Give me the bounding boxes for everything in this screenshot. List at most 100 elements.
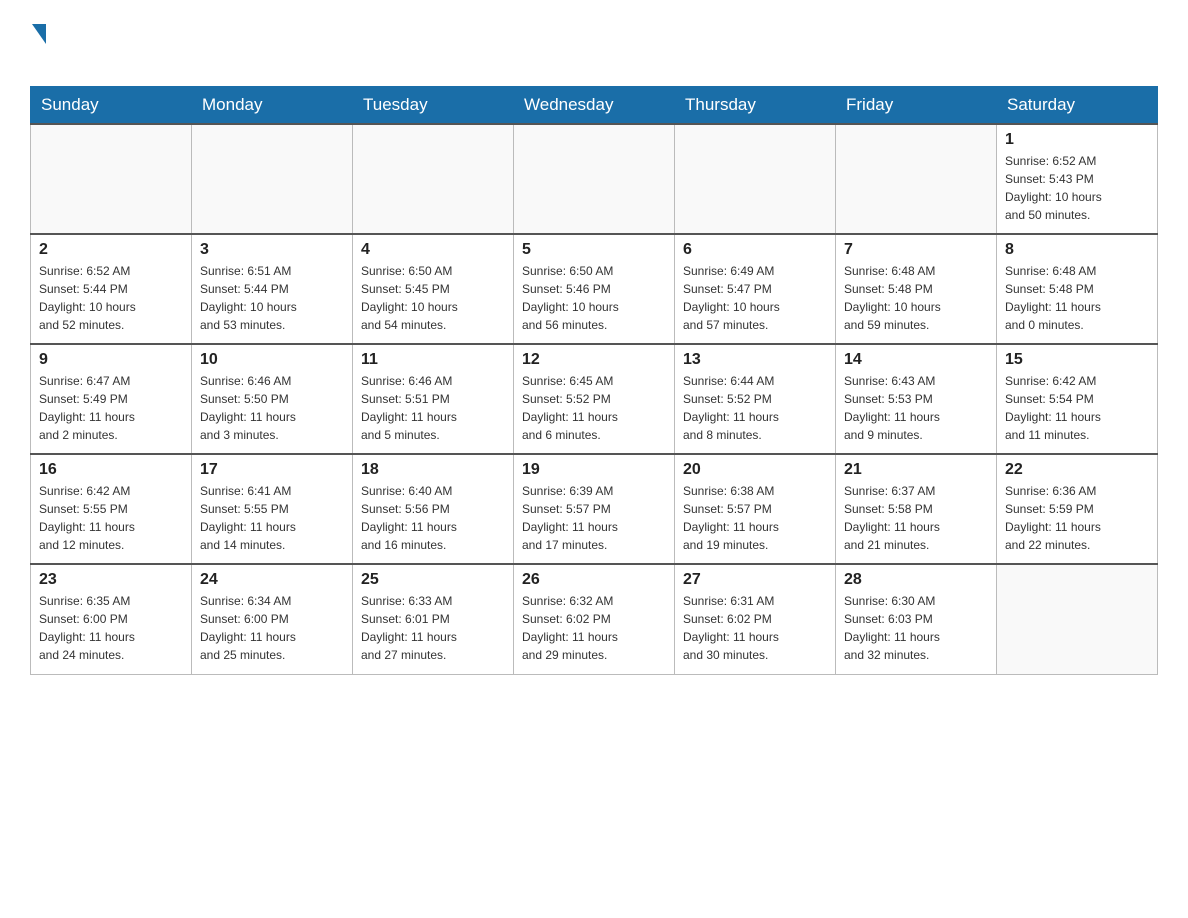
day-info: Sunrise: 6:40 AM Sunset: 5:56 PM Dayligh… xyxy=(361,482,505,554)
calendar-cell: 19 Sunrise: 6:39 AM Sunset: 5:57 PM Dayli… xyxy=(514,454,675,564)
weekday-header-sunday: Sunday xyxy=(31,87,192,125)
day-info: Sunrise: 6:51 AM Sunset: 5:44 PM Dayligh… xyxy=(200,262,344,334)
day-info: Sunrise: 6:35 AM Sunset: 6:00 PM Dayligh… xyxy=(39,592,183,664)
day-info: Sunrise: 6:48 AM Sunset: 5:48 PM Dayligh… xyxy=(1005,262,1149,334)
calendar-cell: 26Sunrise: 6:32 AM Sunset: 6:02 PM Dayli… xyxy=(514,564,675,674)
calendar-cell: 3 Sunrise: 6:51 AM Sunset: 5:44 PM Daylig… xyxy=(192,234,353,344)
week-row-1: 1Sunrise: 6:52 AM Sunset: 5:43 PM Daylig… xyxy=(31,124,1158,234)
calendar-cell xyxy=(192,124,353,234)
day-number: 12 xyxy=(522,351,666,369)
calendar-cell: 8 Sunrise: 6:48 AM Sunset: 5:48 PM Daylig… xyxy=(997,234,1158,344)
day-info: Sunrise: 6:41 AM Sunset: 5:55 PM Dayligh… xyxy=(200,482,344,554)
calendar-cell: 27 Sunrise: 6:31 AM Sunset: 6:02 PM Dayli… xyxy=(675,564,836,674)
calendar-cell: 11 Sunrise: 6:46 AM Sunset: 5:51 PM Dayli… xyxy=(353,344,514,454)
day-number: 21 xyxy=(844,461,988,479)
day-info: Sunrise: 6:32 AM Sunset: 6:02 PM Dayligh… xyxy=(522,592,666,664)
calendar-table: SundayMondayTuesdayWednesdayThursdayFrid… xyxy=(30,86,1158,675)
calendar-cell: 24Sunrise: 6:34 AM Sunset: 6:00 PM Dayli… xyxy=(192,564,353,674)
calendar-cell: 13Sunrise: 6:44 AM Sunset: 5:52 PM Dayli… xyxy=(675,344,836,454)
calendar-cell: 15 Sunrise: 6:42 AM Sunset: 5:54 PM Dayli… xyxy=(997,344,1158,454)
day-number: 8 xyxy=(1005,241,1149,259)
calendar-cell xyxy=(514,124,675,234)
weekday-header-saturday: Saturday xyxy=(997,87,1158,125)
calendar-cell: 9 Sunrise: 6:47 AM Sunset: 5:49 PM Daylig… xyxy=(31,344,192,454)
calendar-cell xyxy=(836,124,997,234)
calendar-cell: 7 Sunrise: 6:48 AM Sunset: 5:48 PM Daylig… xyxy=(836,234,997,344)
calendar-cell: 1Sunrise: 6:52 AM Sunset: 5:43 PM Daylig… xyxy=(997,124,1158,234)
calendar-cell: 6Sunrise: 6:49 AM Sunset: 5:47 PM Daylig… xyxy=(675,234,836,344)
calendar-cell: 2 Sunrise: 6:52 AM Sunset: 5:44 PM Daylig… xyxy=(31,234,192,344)
day-info: Sunrise: 6:30 AM Sunset: 6:03 PM Dayligh… xyxy=(844,592,988,664)
day-number: 4 xyxy=(361,241,505,259)
calendar-cell: 28 Sunrise: 6:30 AM Sunset: 6:03 PM Dayli… xyxy=(836,564,997,674)
weekday-header-thursday: Thursday xyxy=(675,87,836,125)
day-number: 5 xyxy=(522,241,666,259)
day-info: Sunrise: 6:46 AM Sunset: 5:50 PM Dayligh… xyxy=(200,372,344,444)
day-info: Sunrise: 6:46 AM Sunset: 5:51 PM Dayligh… xyxy=(361,372,505,444)
calendar-cell xyxy=(997,564,1158,674)
day-number: 10 xyxy=(200,351,344,369)
day-info: Sunrise: 6:48 AM Sunset: 5:48 PM Dayligh… xyxy=(844,262,988,334)
day-info: Sunrise: 6:33 AM Sunset: 6:01 PM Dayligh… xyxy=(361,592,505,664)
day-number: 7 xyxy=(844,241,988,259)
day-number: 27 xyxy=(683,571,827,589)
calendar-cell: 14 Sunrise: 6:43 AM Sunset: 5:53 PM Dayli… xyxy=(836,344,997,454)
day-info: Sunrise: 6:42 AM Sunset: 5:54 PM Dayligh… xyxy=(1005,372,1149,444)
calendar-cell: 18 Sunrise: 6:40 AM Sunset: 5:56 PM Dayli… xyxy=(353,454,514,564)
calendar-cell xyxy=(675,124,836,234)
calendar-cell: 20 Sunrise: 6:38 AM Sunset: 5:57 PM Dayli… xyxy=(675,454,836,564)
day-number: 1 xyxy=(1005,131,1149,149)
day-info: Sunrise: 6:50 AM Sunset: 5:45 PM Dayligh… xyxy=(361,262,505,334)
calendar-cell: 22Sunrise: 6:36 AM Sunset: 5:59 PM Dayli… xyxy=(997,454,1158,564)
day-number: 28 xyxy=(844,571,988,589)
day-number: 11 xyxy=(361,351,505,369)
day-info: Sunrise: 6:52 AM Sunset: 5:44 PM Dayligh… xyxy=(39,262,183,334)
day-info: Sunrise: 6:31 AM Sunset: 6:02 PM Dayligh… xyxy=(683,592,827,664)
day-number: 15 xyxy=(1005,351,1149,369)
calendar-cell xyxy=(353,124,514,234)
week-row-5: 23 Sunrise: 6:35 AM Sunset: 6:00 PM Dayli… xyxy=(31,564,1158,674)
day-number: 16 xyxy=(39,461,183,479)
day-info: Sunrise: 6:37 AM Sunset: 5:58 PM Dayligh… xyxy=(844,482,988,554)
day-number: 3 xyxy=(200,241,344,259)
day-number: 9 xyxy=(39,351,183,369)
day-number: 23 xyxy=(39,571,183,589)
calendar-cell: 4 Sunrise: 6:50 AM Sunset: 5:45 PM Daylig… xyxy=(353,234,514,344)
day-number: 2 xyxy=(39,241,183,259)
week-row-3: 9 Sunrise: 6:47 AM Sunset: 5:49 PM Daylig… xyxy=(31,344,1158,454)
calendar-cell xyxy=(31,124,192,234)
weekday-header-wednesday: Wednesday xyxy=(514,87,675,125)
week-row-2: 2 Sunrise: 6:52 AM Sunset: 5:44 PM Daylig… xyxy=(31,234,1158,344)
day-number: 20 xyxy=(683,461,827,479)
logo xyxy=(30,20,60,76)
day-number: 18 xyxy=(361,461,505,479)
day-number: 25 xyxy=(361,571,505,589)
logo-arrow-icon xyxy=(32,24,46,44)
week-row-4: 16Sunrise: 6:42 AM Sunset: 5:55 PM Dayli… xyxy=(31,454,1158,564)
calendar-cell: 21 Sunrise: 6:37 AM Sunset: 5:58 PM Dayli… xyxy=(836,454,997,564)
weekday-header-monday: Monday xyxy=(192,87,353,125)
calendar-cell: 16Sunrise: 6:42 AM Sunset: 5:55 PM Dayli… xyxy=(31,454,192,564)
day-info: Sunrise: 6:45 AM Sunset: 5:52 PM Dayligh… xyxy=(522,372,666,444)
calendar-cell: 5 Sunrise: 6:50 AM Sunset: 5:46 PM Daylig… xyxy=(514,234,675,344)
calendar-cell: 23 Sunrise: 6:35 AM Sunset: 6:00 PM Dayli… xyxy=(31,564,192,674)
weekday-header-row: SundayMondayTuesdayWednesdayThursdayFrid… xyxy=(31,87,1158,125)
page-header xyxy=(30,20,1158,76)
day-info: Sunrise: 6:49 AM Sunset: 5:47 PM Dayligh… xyxy=(683,262,827,334)
calendar-cell: 25 Sunrise: 6:33 AM Sunset: 6:01 PM Dayli… xyxy=(353,564,514,674)
day-info: Sunrise: 6:50 AM Sunset: 5:46 PM Dayligh… xyxy=(522,262,666,334)
calendar-cell: 10 Sunrise: 6:46 AM Sunset: 5:50 PM Dayli… xyxy=(192,344,353,454)
calendar-cell: 17 Sunrise: 6:41 AM Sunset: 5:55 PM Dayli… xyxy=(192,454,353,564)
calendar-cell: 12 Sunrise: 6:45 AM Sunset: 5:52 PM Dayli… xyxy=(514,344,675,454)
day-info: Sunrise: 6:39 AM Sunset: 5:57 PM Dayligh… xyxy=(522,482,666,554)
day-number: 19 xyxy=(522,461,666,479)
weekday-header-friday: Friday xyxy=(836,87,997,125)
day-number: 17 xyxy=(200,461,344,479)
day-info: Sunrise: 6:47 AM Sunset: 5:49 PM Dayligh… xyxy=(39,372,183,444)
day-info: Sunrise: 6:38 AM Sunset: 5:57 PM Dayligh… xyxy=(683,482,827,554)
day-number: 14 xyxy=(844,351,988,369)
day-info: Sunrise: 6:43 AM Sunset: 5:53 PM Dayligh… xyxy=(844,372,988,444)
day-number: 24 xyxy=(200,571,344,589)
weekday-header-tuesday: Tuesday xyxy=(353,87,514,125)
day-info: Sunrise: 6:36 AM Sunset: 5:59 PM Dayligh… xyxy=(1005,482,1149,554)
